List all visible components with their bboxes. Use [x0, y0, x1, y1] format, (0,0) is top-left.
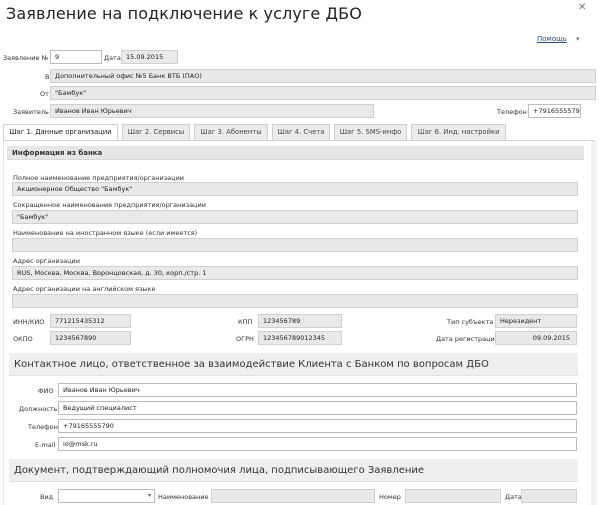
number-field[interactable]: 9 [50, 50, 102, 64]
contact-phone-field[interactable]: +79165555790 [58, 419, 577, 433]
applicant-label: Заявитель [13, 108, 49, 116]
address-en-label: Адрес организации на английском языке [13, 285, 156, 293]
contact-phone-label: Телефон [28, 423, 58, 431]
okpo-field[interactable]: 1234567890 [50, 331, 131, 345]
from-label: От [40, 90, 49, 98]
document-section-header: Документ, подтверждающий полномочия лица… [9, 459, 578, 482]
position-label: Должность [19, 405, 58, 413]
inn-field[interactable]: 771215435312 [50, 314, 131, 328]
fio-label: ФИО [38, 387, 54, 395]
doc-number-label: Номер [379, 493, 401, 501]
short-name-field[interactable]: "Бамбук" [12, 210, 578, 224]
date-label: Дата [104, 54, 121, 62]
doc-date-label: Дата [505, 493, 522, 501]
address-label: Адрес организации [13, 257, 80, 265]
document-section-title: Документ, подтверждающий полномочия лица… [14, 465, 425, 476]
tab-step-6[interactable]: Шаг 6. Инд. настройки [411, 124, 506, 140]
reg-date-label: Дата регистрации [436, 335, 500, 343]
address-en-field[interactable] [12, 294, 578, 308]
full-name-label: Полное наименование предприятия/организа… [13, 174, 185, 182]
email-label: E-mail [35, 441, 56, 449]
okpo-label: ОКПО [13, 335, 33, 343]
subject-type-field[interactable]: Нерезидент [495, 314, 577, 328]
to-field[interactable]: Дополнительный офис №5 Банк ВТБ (ПАО) [50, 69, 596, 83]
foreign-name-label: Наименование на иностранном языке (если … [13, 229, 198, 237]
email-field[interactable]: io@msk.ru [58, 437, 577, 451]
number-label: Заявление № [3, 54, 49, 62]
doc-number-field[interactable] [405, 489, 501, 503]
full-name-field[interactable]: Акционерное Общество "Бамбук" [12, 182, 578, 196]
short-name-label: Сокращенное наименование предприятия/орг… [13, 201, 206, 209]
phone-field[interactable]: +79165555790 [528, 104, 581, 118]
position-field[interactable]: Ведущий специалист [58, 401, 577, 415]
page-title: Заявление на подключение к услуге ДБО [6, 4, 362, 23]
help-link[interactable]: Помощь [537, 35, 567, 43]
step-tabs: Шаг 1. Данные организации Шаг 2. Сервисы… [3, 124, 595, 141]
subject-type-label: Тип субъекта [447, 318, 494, 326]
doc-date-field[interactable] [521, 489, 577, 503]
tab-step-5[interactable]: Шаг 5. SMS-инфо [334, 124, 407, 140]
kpp-field[interactable]: 123456789 [258, 314, 342, 328]
scrollbar[interactable] [591, 141, 597, 505]
close-icon[interactable]: ✕ [578, 2, 586, 13]
to-label: В [45, 73, 50, 81]
doc-name-field[interactable] [211, 489, 375, 503]
from-field[interactable]: "Бамбук" [50, 86, 596, 100]
kpp-label: КПП [238, 318, 253, 326]
ogrn-label: ОГРН [236, 335, 254, 343]
doc-type-label: Вид [40, 493, 54, 501]
phone-label: Телефон [497, 108, 527, 116]
tab-step-3[interactable]: Шаг 3. Абоненты [194, 124, 268, 140]
doc-type-select[interactable]: ▾ [58, 489, 155, 503]
tab-step-1[interactable]: Шаг 1. Данные организации [3, 124, 118, 141]
chevron-down-icon: ▾ [147, 492, 151, 499]
reg-date-field[interactable]: 09.09.2015 [495, 331, 577, 345]
chevron-down-icon[interactable]: ▾ [576, 35, 580, 43]
fio-field[interactable]: Иванов Иван Юрьевич [58, 383, 577, 397]
address-field[interactable]: RUS, Москва, Москва, Воронцовская, д. 30… [12, 266, 578, 280]
doc-name-label: Наименование [158, 493, 209, 501]
bank-info-title: Информация из банка [12, 149, 103, 157]
bank-info-header: Информация из банка [7, 146, 584, 160]
foreign-name-field[interactable] [12, 238, 578, 252]
tab-step-4[interactable]: Шаг 4. Счета [272, 124, 330, 140]
contact-section-title: Контактное лицо, ответственное за взаимо… [14, 359, 489, 370]
applicant-field[interactable]: Иванов Иван Юрьевич [50, 104, 374, 118]
ogrn-field[interactable]: 123456789012345 [258, 331, 342, 345]
inn-label: ИНН/КИО [13, 318, 45, 326]
contact-section-header: Контактное лицо, ответственное за взаимо… [9, 353, 578, 376]
tab-step-2[interactable]: Шаг 2. Сервисы [122, 124, 190, 140]
date-field[interactable]: 15.09.2015 [121, 50, 178, 64]
